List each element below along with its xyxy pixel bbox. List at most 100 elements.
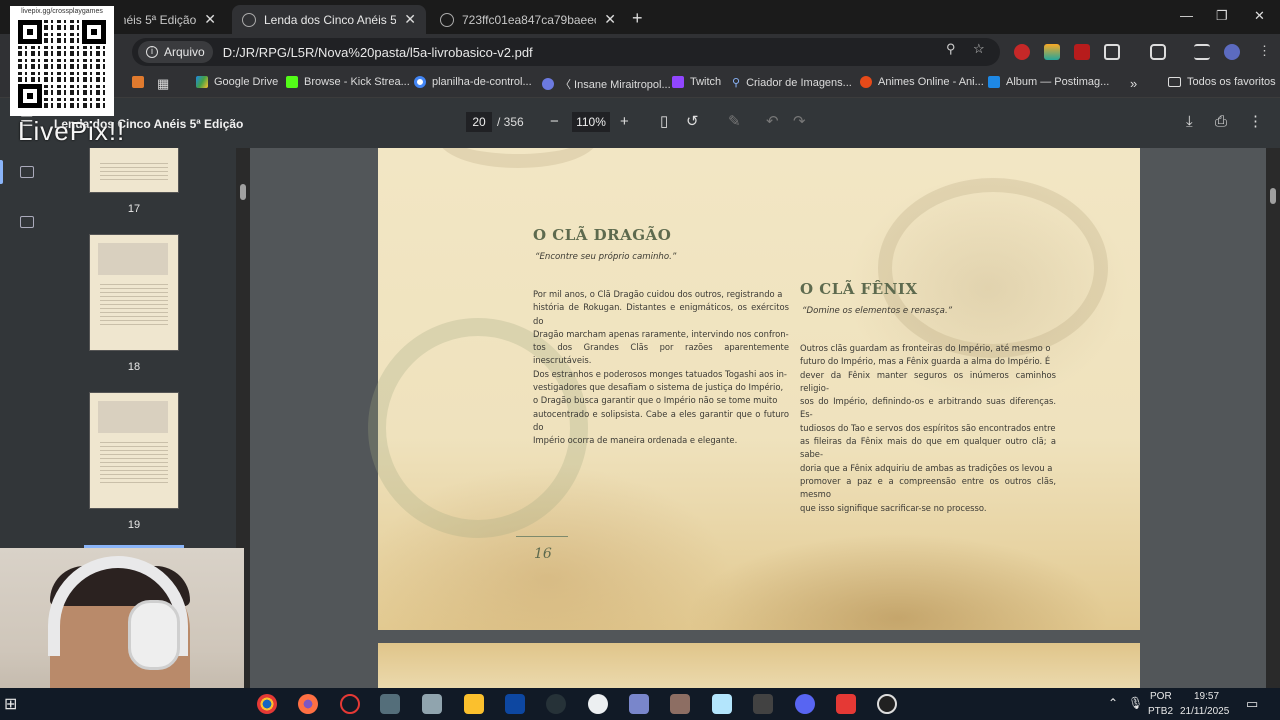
google-icon bbox=[414, 76, 426, 88]
minimize-icon[interactable]: — bbox=[1180, 8, 1193, 23]
thumbnail-label: 17 bbox=[127, 203, 141, 215]
more-bookmarks-icon[interactable]: » bbox=[1130, 76, 1137, 91]
clock-time[interactable]: 19:57 bbox=[1194, 691, 1219, 702]
pdf-document-area[interactable]: O CLÃ DRAGÃO “Encontre seu próprio camin… bbox=[250, 148, 1266, 688]
thumbnail-scroll-thumb[interactable] bbox=[240, 184, 246, 200]
game-icon[interactable] bbox=[670, 694, 690, 714]
tab-lenda-2[interactable]: Lenda dos Cinco Anéis 5ª Edição ✕ bbox=[232, 5, 426, 34]
app-icon[interactable] bbox=[380, 694, 400, 714]
app-icon[interactable] bbox=[712, 694, 732, 714]
phoenix-emblem-watermark bbox=[878, 178, 1108, 358]
thumbnail-page-19[interactable] bbox=[89, 392, 179, 509]
zoom-level-input[interactable]: 110% bbox=[572, 112, 610, 132]
bookmark-google-drive[interactable]: Google Drive bbox=[196, 76, 278, 88]
zoom-in-icon[interactable]: + bbox=[620, 112, 629, 132]
keyboard-layout[interactable]: PTB2 bbox=[1148, 706, 1173, 717]
qr-finder bbox=[18, 84, 42, 108]
dragon-clan-text: Por mil anos, o Clã Dragão cuidou dos ou… bbox=[533, 288, 789, 448]
paint-icon[interactable] bbox=[422, 694, 442, 714]
thumbnail-page-18[interactable] bbox=[89, 234, 179, 351]
bookmark-kick[interactable]: Browse - Kick Strea... bbox=[286, 76, 410, 88]
bookmark-twitch[interactable]: Twitch bbox=[672, 76, 721, 88]
close-window-icon[interactable]: ✕ bbox=[1254, 8, 1265, 24]
download-icon[interactable]: ⤓ bbox=[1186, 112, 1193, 132]
screenshot-icon[interactable] bbox=[1150, 44, 1166, 60]
new-tab-icon[interactable]: + bbox=[632, 8, 643, 29]
outline-icon[interactable] bbox=[20, 216, 34, 228]
bookmark-star-icon[interactable]: ☆ bbox=[973, 41, 985, 57]
fit-page-icon[interactable]: ▯ bbox=[660, 112, 668, 132]
zoom-icon[interactable]: ⚲ bbox=[946, 41, 956, 57]
thumbnails-icon[interactable] bbox=[20, 166, 34, 178]
windows-start-icon[interactable]: ⊞ bbox=[4, 694, 17, 714]
document-scroll-thumb[interactable] bbox=[1270, 188, 1276, 204]
restore-icon[interactable]: ❐ bbox=[1216, 8, 1228, 24]
address-bar[interactable]: i Arquivo D:/JR/RPG/L5R/Nova%20pasta/l5a… bbox=[132, 38, 1000, 66]
bookmark-label: Todos os favoritos bbox=[1187, 76, 1276, 88]
media-icon[interactable] bbox=[1194, 44, 1210, 60]
clock-date[interactable]: 21/11/2025 bbox=[1180, 706, 1229, 717]
site-info-chip[interactable]: i Arquivo bbox=[138, 41, 213, 63]
tab-image[interactable]: 723ffc01ea847ca79baeec5a351 ✕ bbox=[430, 5, 626, 34]
tray-chevron-icon[interactable]: ⌃ bbox=[1108, 696, 1118, 710]
notification-icon[interactable]: ▭ bbox=[1246, 696, 1258, 712]
blocked-app-icon[interactable] bbox=[340, 694, 360, 714]
redo-icon[interactable]: ↷ bbox=[793, 112, 806, 132]
browser-menu-icon[interactable]: ⋮ bbox=[1258, 43, 1271, 59]
microphone-icon[interactable]: 🎙 bbox=[1128, 696, 1143, 710]
bookmark-postimage[interactable]: Album — Postimag... bbox=[988, 76, 1109, 88]
print-icon[interactable]: ⎙ bbox=[1215, 112, 1227, 132]
text-line: Império ocorra de maneira ordenada e ele… bbox=[533, 435, 738, 446]
close-tab-icon[interactable]: ✕ bbox=[404, 11, 416, 28]
language-code[interactable]: POR bbox=[1150, 691, 1172, 702]
obs-icon[interactable] bbox=[877, 694, 897, 714]
annotate-icon[interactable]: ✎ bbox=[728, 112, 741, 132]
bookmark-label: planilha-de-control... bbox=[432, 76, 532, 88]
page-number-input[interactable]: 20 bbox=[466, 112, 492, 132]
discord-icon[interactable] bbox=[795, 694, 815, 714]
text-line: futuro do Império, mas a Fênix guarda a … bbox=[800, 356, 1051, 367]
file-explorer-icon[interactable] bbox=[464, 694, 484, 714]
postimage-icon bbox=[988, 76, 1000, 88]
active-indicator bbox=[0, 160, 3, 184]
document-scrollbar[interactable] bbox=[1266, 148, 1280, 688]
bookmark-insane[interactable]: 〈 Insane Miraitropol... bbox=[542, 76, 671, 92]
video-editor-icon[interactable] bbox=[753, 694, 773, 714]
steam-icon[interactable] bbox=[546, 694, 566, 714]
app-icon[interactable] bbox=[836, 694, 856, 714]
url-text: D:/JR/RPG/L5R/Nova%20pasta/l5a-livrobasi… bbox=[222, 44, 533, 60]
search-icon: ⚲ bbox=[732, 77, 741, 89]
photoshop-icon[interactable] bbox=[505, 694, 525, 714]
bookmark-planilha[interactable]: planilha-de-control... bbox=[414, 76, 532, 88]
bookmark-orange[interactable] bbox=[132, 76, 150, 88]
headset-earcup bbox=[128, 600, 180, 670]
extension-colorful-icon[interactable] bbox=[1044, 44, 1060, 60]
tab-title: Lenda dos Cinco Anéis 5ª Edição bbox=[124, 12, 197, 27]
bookmark-criador[interactable]: ⚲ Criador de Imagens... bbox=[732, 76, 852, 90]
close-tab-icon[interactable]: ✕ bbox=[204, 11, 216, 28]
extension-tp-icon[interactable] bbox=[1074, 44, 1090, 60]
page-number: 16 bbox=[534, 546, 552, 562]
tab-title: Lenda dos Cinco Anéis 5ª Edição bbox=[264, 12, 397, 27]
bookmark-animes[interactable]: Animes Online - Ani... bbox=[860, 76, 984, 88]
zoom-out-icon[interactable]: − bbox=[550, 112, 559, 132]
profile-avatar[interactable] bbox=[1224, 44, 1240, 60]
gamepad-icon[interactable] bbox=[629, 694, 649, 714]
rotate-icon[interactable]: ↺ bbox=[686, 112, 699, 132]
app-icon[interactable] bbox=[588, 694, 608, 714]
firefox-icon[interactable] bbox=[298, 694, 318, 714]
extensions-puzzle-icon[interactable] bbox=[1104, 44, 1120, 60]
screen: Lenda dos Cinco Anéis 5ª Edição ✕ Lenda … bbox=[0, 0, 1280, 720]
text-line: tos dos Grandes Clãs por razões aparente… bbox=[533, 342, 789, 366]
tab-lenda-1[interactable]: Lenda dos Cinco Anéis 5ª Edição ✕ bbox=[114, 5, 226, 34]
apps-grid-icon[interactable]: ▦ bbox=[157, 76, 169, 92]
bookmark-label: Criador de Imagens... bbox=[746, 76, 852, 89]
more-actions-icon[interactable]: ⋮ bbox=[1248, 112, 1263, 132]
chrome-icon[interactable] bbox=[257, 694, 277, 714]
close-tab-icon[interactable]: ✕ bbox=[604, 11, 616, 28]
all-bookmarks-folder[interactable]: Todos os favoritos bbox=[1168, 76, 1276, 88]
extension-red-icon[interactable] bbox=[1014, 44, 1030, 60]
undo-icon[interactable]: ↶ bbox=[766, 112, 779, 132]
bookmark-label: Album — Postimag... bbox=[1006, 76, 1110, 88]
thumbnail-page-17[interactable] bbox=[89, 148, 179, 193]
